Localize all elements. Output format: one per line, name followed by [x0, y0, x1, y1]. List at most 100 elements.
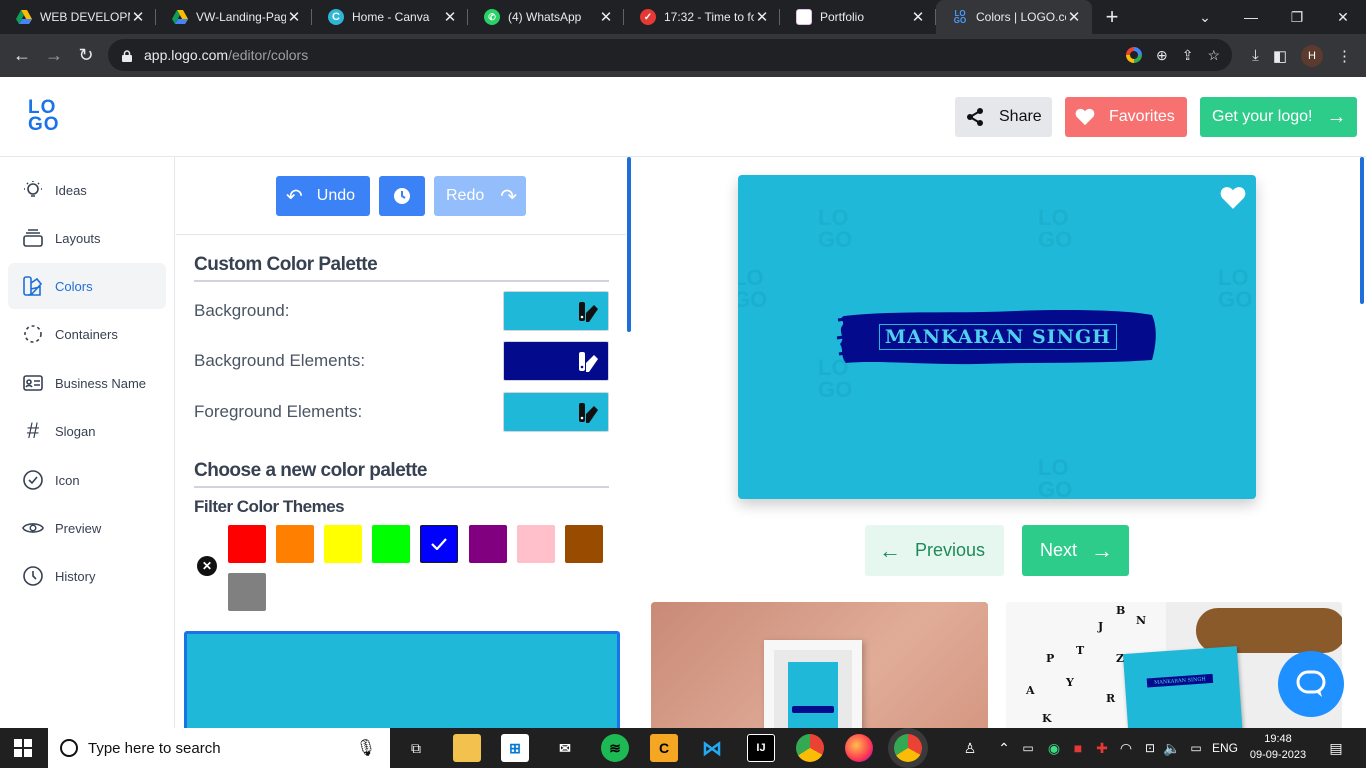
heart-icon[interactable]: [1220, 185, 1246, 211]
background-color-swatch[interactable]: [503, 291, 609, 331]
brand-name-text[interactable]: MANKARAN SINGH: [879, 324, 1117, 350]
tray-monitor-icon[interactable]: ▭: [1014, 734, 1042, 762]
palette-preview-card[interactable]: [184, 631, 620, 728]
microsoft-store-icon[interactable]: ⊞: [501, 734, 529, 762]
mockup-frame-preview[interactable]: [651, 602, 988, 728]
logo[interactable]: LO GO: [28, 98, 68, 137]
browser-tab[interactable]: VW-Landing-Page ✕: [156, 0, 312, 34]
language-indicator[interactable]: ENG: [1212, 741, 1238, 755]
undo-button[interactable]: ↶ Undo: [276, 176, 370, 216]
next-label: Next: [1040, 540, 1078, 560]
task-view-icon[interactable]: ⧉: [402, 734, 430, 762]
mail-icon[interactable]: ✉: [551, 734, 579, 762]
maximize-icon[interactable]: ❐: [1274, 9, 1320, 26]
main-scrollbar[interactable]: [1360, 157, 1364, 304]
taskbar-clock[interactable]: 19:48 09-09-2023: [1244, 731, 1312, 763]
browser-tab[interactable]: ✓ 17:32 - Time to fo ✕: [624, 0, 780, 34]
browser-tab-active[interactable]: LO GO Colors | LOGO.co ✕: [936, 0, 1092, 34]
menu-kebab-icon[interactable]: ⋮: [1337, 47, 1352, 65]
next-button[interactable]: Next →: [1022, 525, 1129, 576]
share-page-icon[interactable]: ⇪: [1182, 47, 1194, 64]
share-button[interactable]: Share: [955, 97, 1052, 137]
close-tab-icon[interactable]: ✕: [442, 8, 458, 26]
theme-chip-brown[interactable]: [565, 525, 603, 563]
close-tab-icon[interactable]: ✕: [286, 8, 302, 26]
browser-tab[interactable]: Portfolio ✕: [780, 0, 936, 34]
people-icon[interactable]: ♙: [956, 734, 984, 762]
profile-avatar[interactable]: H: [1301, 44, 1323, 67]
vscode-icon[interactable]: ⋈: [698, 734, 726, 762]
notifications-icon[interactable]: ▤: [1322, 734, 1350, 762]
browser-tab[interactable]: WEB DEVELOPMEN ✕: [0, 0, 156, 34]
google-icon[interactable]: [1125, 47, 1142, 63]
help-chat-button[interactable]: [1278, 651, 1344, 717]
chrome-active-icon[interactable]: [894, 734, 922, 762]
close-tab-icon[interactable]: ✕: [910, 8, 926, 26]
theme-chip-purple[interactable]: [469, 525, 507, 563]
background-color-row: Background:: [194, 291, 609, 331]
close-tab-icon[interactable]: ✕: [598, 8, 614, 26]
clear-filter-icon[interactable]: ✕: [197, 556, 217, 576]
sidebar-item-slogan[interactable]: # Slogan: [8, 408, 166, 454]
history-button[interactable]: [379, 176, 425, 216]
close-tab-icon[interactable]: ✕: [754, 8, 770, 26]
close-window-icon[interactable]: ✕: [1320, 9, 1366, 26]
side-panel-icon[interactable]: ◧: [1273, 47, 1287, 65]
spotify-icon[interactable]: ≋: [601, 734, 629, 762]
sidebar-item-ideas[interactable]: Ideas: [8, 167, 166, 213]
c-app-icon[interactable]: C: [650, 734, 678, 762]
sidebar-item-colors[interactable]: Colors: [8, 263, 166, 309]
sidebar-item-icon[interactable]: Icon: [8, 457, 166, 503]
minimize-icon[interactable]: —: [1228, 9, 1274, 25]
bookmark-star-icon[interactable]: ☆: [1207, 47, 1220, 64]
zoom-icon[interactable]: ⊕: [1156, 47, 1168, 64]
sidebar-item-preview[interactable]: Preview: [8, 505, 166, 551]
svg-text:GO: GO: [818, 227, 852, 252]
previous-button[interactable]: ← Previous: [865, 525, 1004, 576]
share-label: Share: [999, 108, 1042, 125]
logo-canvas[interactable]: LO GO LO GO LO GO LO GO LO GO LO GO MANKARAN S…: [738, 175, 1256, 499]
download-icon[interactable]: ⤓: [1252, 47, 1259, 64]
get-your-logo-button[interactable]: Get your logo! →: [1200, 97, 1357, 137]
microphone-icon[interactable]: 🎙: [356, 738, 376, 758]
favorites-button[interactable]: Favorites: [1065, 97, 1187, 137]
intellij-icon[interactable]: IJ: [747, 734, 775, 762]
color-row-label: Background:: [194, 301, 290, 320]
sidebar-item-label: History: [55, 568, 96, 584]
theme-chip-blue[interactable]: [420, 525, 458, 563]
browser-tab[interactable]: C Home - Canva ✕: [312, 0, 468, 34]
address-toolbar: ← → ↻ app.logo.com/editor/colors ⊕ ⇪ ☆ ⤓…: [0, 34, 1366, 77]
background-elements-color-swatch[interactable]: [503, 341, 609, 381]
sidebar-item-layouts[interactable]: Layouts: [8, 215, 166, 261]
redo-button[interactable]: Redo ↷: [434, 176, 526, 216]
back-icon[interactable]: ←: [6, 45, 38, 66]
close-tab-icon[interactable]: ✕: [130, 8, 146, 26]
theme-chip-orange[interactable]: [276, 525, 314, 563]
sidebar-item-business-name[interactable]: Business Name: [8, 360, 166, 406]
taskbar-search-box[interactable]: Type here to search 🎙: [48, 728, 390, 768]
close-tab-icon[interactable]: ✕: [1066, 8, 1082, 26]
logo-icon: LO GO: [953, 9, 967, 25]
theme-chip-yellow[interactable]: [324, 525, 362, 563]
wood-board: [1196, 608, 1342, 653]
new-tab-button[interactable]: +: [1092, 0, 1132, 34]
windows-start-icon[interactable]: [14, 739, 32, 757]
tab-search-icon[interactable]: ⌄: [1182, 9, 1228, 26]
theme-chip-red[interactable]: [228, 525, 266, 563]
foreground-elements-color-swatch[interactable]: [503, 392, 609, 432]
sidebar-item-containers[interactable]: Containers: [8, 311, 166, 357]
reload-icon[interactable]: ↻: [70, 45, 102, 66]
panel-scrollbar[interactable]: [627, 157, 631, 332]
theme-chip-green[interactable]: [372, 525, 410, 563]
url-bar[interactable]: app.logo.com/editor/colors ⊕ ⇪ ☆: [108, 39, 1232, 71]
browser-tab[interactable]: ✆ (4) WhatsApp ✕: [468, 0, 624, 34]
battery-icon[interactable]: ▭: [1182, 734, 1210, 762]
theme-chip-gray[interactable]: [228, 573, 266, 611]
chrome-icon[interactable]: [796, 734, 824, 762]
svg-text:GO: GO: [1218, 287, 1252, 312]
forward-icon[interactable]: →: [38, 45, 70, 66]
sidebar-item-history[interactable]: History: [8, 553, 166, 599]
file-explorer-icon[interactable]: [453, 734, 481, 762]
firefox-icon[interactable]: [845, 734, 873, 762]
theme-chip-pink[interactable]: [517, 525, 555, 563]
